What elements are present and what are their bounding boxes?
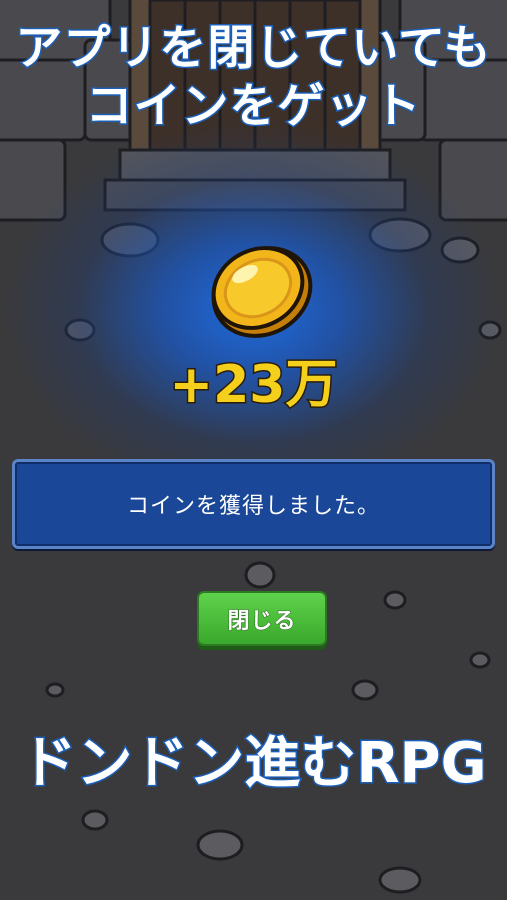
promo-caption-top-2: コインをゲット: [84, 78, 422, 135]
promo-caption-bottom: ドンドン進むRPG: [19, 730, 488, 797]
coin-acquired-message: コインを獲得しました。: [126, 494, 380, 519]
promo-caption-top-1: アプリを閉じていても: [14, 20, 492, 77]
reward-amount: +23万: [168, 354, 339, 417]
gold-coin-icon: [211, 246, 313, 338]
close-button[interactable]: 閉じる: [197, 591, 327, 646]
close-button-label: 閉じる: [227, 608, 297, 634]
message-panel: コインを獲得しました。: [12, 459, 495, 549]
game-scene: アプリを閉じていても コインをゲット +23万 コインを獲得しました。 閉じる …: [0, 0, 507, 900]
